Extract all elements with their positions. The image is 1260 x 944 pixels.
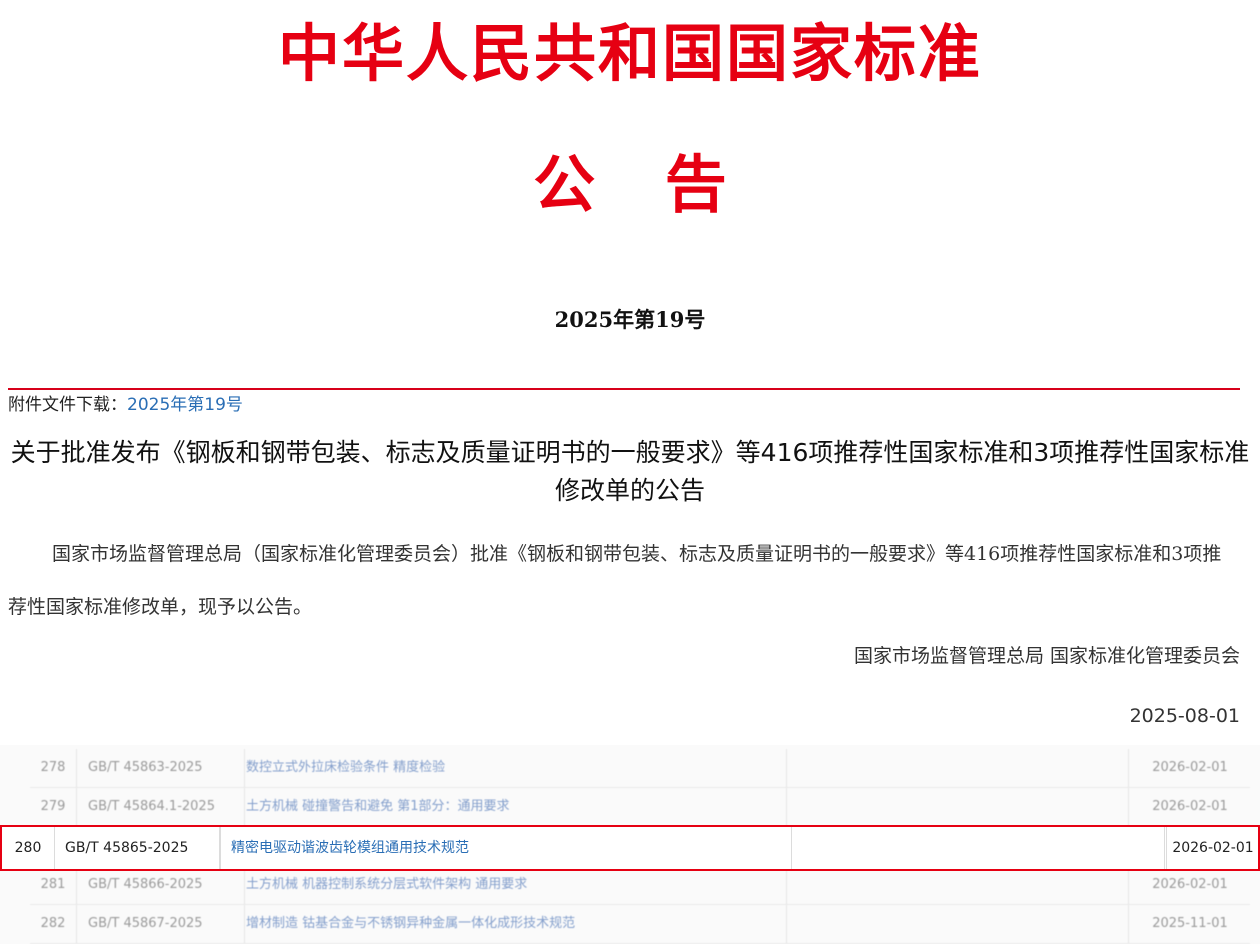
replaced-standard bbox=[778, 866, 1129, 904]
issue-number: 2025年第19号 bbox=[554, 307, 706, 332]
red-divider bbox=[8, 388, 1240, 390]
effective-date: 2026-02-01 bbox=[1166, 827, 1259, 869]
standard-name-link[interactable]: 土方机械 碰撞警告和避免 第1部分：通用要求 bbox=[236, 788, 787, 826]
effective-date: 2026-02-01 bbox=[1152, 799, 1228, 814]
standards-table: 278 GB/T 45863-2025 数控立式外拉床检验条件 精度检验 202… bbox=[0, 745, 1260, 944]
signature-date: 2025-08-01 bbox=[1129, 705, 1240, 727]
attachment-download-link[interactable]: 2025年第19号 bbox=[127, 395, 243, 415]
standard-code: GB/T 45866-2025 bbox=[78, 866, 245, 904]
attachment-label: 附件文件下载： bbox=[8, 395, 127, 415]
replaced-standard bbox=[778, 905, 1129, 943]
table-row: 281 GB/T 45866-2025 土方机械 机器控制系统分层式软件架构 通… bbox=[30, 866, 1250, 905]
standard-name-link[interactable]: 土方机械 机器控制系统分层式软件架构 通用要求 bbox=[236, 866, 787, 904]
table-row: 278 GB/T 45863-2025 数控立式外拉床检验条件 精度检验 202… bbox=[30, 749, 1250, 788]
signature-organization: 国家市场监督管理总局 国家标准化管理委员会 bbox=[853, 645, 1240, 667]
standard-code: GB/T 45865-2025 bbox=[55, 827, 220, 869]
effective-date: 2026-02-01 bbox=[1152, 760, 1228, 775]
row-number: 279 bbox=[30, 788, 77, 826]
effective-date: 2026-02-01 bbox=[1152, 877, 1228, 892]
highlighted-table-row: 280 GB/T 45865-2025 精密电驱动谐波齿轮模组通用技术规范 20… bbox=[0, 825, 1260, 871]
replaced-standard bbox=[778, 749, 1129, 787]
row-number: 281 bbox=[30, 866, 77, 904]
table-row: 279 GB/T 45864.1-2025 土方机械 碰撞警告和避免 第1部分：… bbox=[30, 788, 1250, 827]
standard-name-link[interactable]: 增材制造 钴基合金与不锈钢异种金属一体化成形技术规范 bbox=[236, 905, 787, 943]
table-row: 282 GB/T 45867-2025 增材制造 钴基合金与不锈钢异种金属一体化… bbox=[30, 905, 1250, 944]
standard-code: GB/T 45867-2025 bbox=[78, 905, 245, 943]
standard-header-title: 中华人民共和国国家标准 bbox=[277, 17, 982, 90]
standard-code: GB/T 45864.1-2025 bbox=[78, 788, 245, 826]
replaced-standard bbox=[792, 827, 1165, 869]
effective-date: 2025-11-01 bbox=[1152, 916, 1228, 931]
row-number: 282 bbox=[30, 905, 77, 943]
row-number: 278 bbox=[30, 749, 77, 787]
attachment-line: 附件文件下载：2025年第19号 bbox=[8, 393, 243, 417]
notice-title: 关于批准发布《钢板和钢带包装、标志及质量证明书的一般要求》等416项推荐性国家标… bbox=[10, 438, 1250, 505]
standard-name-link[interactable]: 数控立式外拉床检验条件 精度检验 bbox=[236, 749, 787, 787]
announcement-heading: 公 告 bbox=[533, 148, 727, 221]
standard-code: GB/T 45863-2025 bbox=[78, 749, 245, 787]
standard-name-link[interactable]: 精密电驱动谐波齿轮模组通用技术规范 bbox=[220, 827, 792, 869]
row-number: 280 bbox=[2, 827, 55, 869]
replaced-standard bbox=[778, 788, 1129, 826]
notice-body: 国家市场监督管理总局（国家标准化管理委员会）批准《钢板和钢带包装、标志及质量证明… bbox=[8, 543, 1222, 618]
